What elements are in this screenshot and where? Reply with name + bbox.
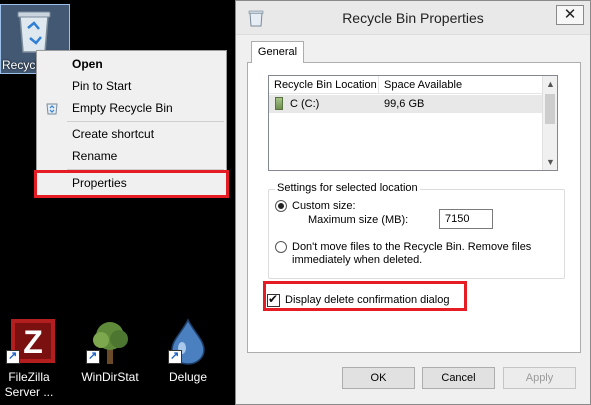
ok-button[interactable]: OK: [342, 367, 415, 389]
column-header-space[interactable]: Space Available: [379, 76, 544, 94]
shortcut-arrow-icon: [168, 349, 182, 364]
shortcut-arrow-icon: [6, 349, 20, 364]
group-title: Settings for selected location: [275, 182, 420, 194]
close-button[interactable]: ✕: [556, 5, 584, 25]
desktop-icon-label: Recycl: [2, 58, 39, 72]
scroll-up-icon[interactable]: ▲: [543, 76, 558, 92]
dialog-title: Recycle Bin Properties: [342, 10, 484, 26]
recycle-bin-properties-dialog: Recycle Bin Properties ✕ General Recycle…: [235, 0, 591, 405]
apply-button[interactable]: Apply: [503, 367, 576, 389]
desktop-icon-label: Server ...: [4, 385, 54, 399]
tab-general[interactable]: General: [251, 41, 304, 63]
scroll-down-icon[interactable]: ▼: [543, 154, 558, 170]
recycle-bin-icon: [46, 103, 58, 115]
desktop-icon-label: Deluge: [168, 370, 208, 384]
list-header: Recycle Bin Location Space Available: [269, 76, 544, 94]
custom-size-radio[interactable]: [275, 200, 287, 212]
menu-item-label: Open: [72, 57, 103, 71]
highlight-box-properties: [34, 170, 229, 198]
dont-move-label: immediately when deleted.: [292, 254, 423, 266]
svg-text:Z: Z: [23, 324, 43, 360]
menu-item-rename[interactable]: Rename: [37, 145, 226, 167]
menu-item-empty-recycle-bin[interactable]: Empty Recycle Bin: [37, 97, 226, 119]
desktop-icon-label: FileZilla: [8, 370, 50, 384]
dont-move-radio[interactable]: [275, 241, 287, 253]
max-size-label: Maximum size (MB):: [308, 214, 409, 226]
menu-item-label: Pin to Start: [72, 79, 132, 93]
max-size-input[interactable]: 7150: [439, 209, 493, 229]
recycle-bin-icon: [17, 11, 51, 53]
scroll-thumb[interactable]: [545, 94, 555, 124]
dont-move-label: Don't move files to the Recycle Bin. Rem…: [292, 241, 532, 253]
list-scrollbar[interactable]: ▲ ▼: [542, 76, 557, 170]
menu-item-label: Create shortcut: [72, 127, 155, 141]
space-cell: 99,6 GB: [384, 98, 425, 110]
custom-size-label: Custom size:: [292, 200, 356, 212]
menu-item-label: Rename: [72, 149, 118, 163]
menu-item-create-shortcut[interactable]: Create shortcut: [37, 123, 226, 145]
settings-group: Settings for selected location Custom si…: [268, 182, 565, 279]
title-bar[interactable]: Recycle Bin Properties ✕: [236, 1, 590, 35]
recycle-bin-location-list[interactable]: Recycle Bin Location Space Available C (…: [268, 75, 558, 171]
menu-separator: [67, 121, 224, 122]
shortcut-arrow-icon: [86, 349, 100, 364]
cancel-button[interactable]: Cancel: [422, 367, 495, 389]
desktop-icon-label: WinDirStat: [81, 370, 139, 384]
menu-item-pin-to-start[interactable]: Pin to Start: [37, 75, 226, 97]
drive-icon: [275, 97, 283, 110]
highlight-box-confirm: [263, 281, 467, 311]
menu-item-label: Empty Recycle Bin: [72, 101, 173, 115]
location-cell: C (C:): [290, 98, 320, 110]
menu-item-open[interactable]: Open: [37, 53, 226, 75]
column-header-location[interactable]: Recycle Bin Location: [269, 76, 379, 94]
list-row[interactable]: C (C:) 99,6 GB: [269, 95, 544, 113]
